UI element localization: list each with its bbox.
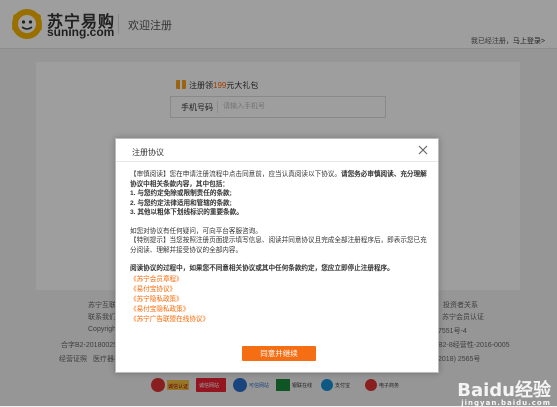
agreement-dialog: 注册协议 【审慎阅读】您在申请注册流程中点击同意前，应当认真阅读以下协议。请您务… bbox=[115, 138, 439, 373]
agree-continue-button[interactable]: 同意并继续 bbox=[242, 346, 316, 361]
agreement-point: 3. 其他以粗体下划线标识的重要条款。 bbox=[130, 209, 243, 216]
agreement-point: 1. 与您约定免除或限制责任的条款; bbox=[130, 190, 232, 197]
agreement-point: 2. 与您约定法律适用和管辖的条款; bbox=[130, 199, 232, 207]
agreement-link-member-charter[interactable]: 《苏宁会员章程》 bbox=[130, 275, 430, 285]
agreement-link-ad-alliance[interactable]: 《苏宁广告联盟在线协议》 bbox=[130, 315, 430, 325]
baidu-watermark: Baidu经验 jingyan.baidu.com bbox=[457, 376, 551, 407]
dialog-body: 【审慎阅读】您在申请注册流程中点击同意前，应当认真阅读以下协议。请您务必审慎阅读… bbox=[130, 170, 430, 325]
agreement-link-epay-privacy[interactable]: 《易付宝隐私政策》 bbox=[130, 305, 430, 315]
agreement-contact: 如您对协议有任何疑问，可向平台客服咨询。 bbox=[130, 227, 262, 235]
agreement-link-privacy[interactable]: 《苏宁隐私政策》 bbox=[130, 295, 430, 305]
close-icon[interactable] bbox=[416, 143, 430, 157]
agreement-links: 《苏宁会员章程》 《易付宝协议》 《苏宁隐私政策》 《易付宝隐私政策》 《苏宁广… bbox=[130, 275, 430, 325]
dialog-divider bbox=[116, 161, 438, 162]
agreement-warning: 阅读协议的过程中，如果您不同意相关协议或其中任何条款约定，您应立即停止注册程序。 bbox=[130, 265, 394, 272]
agreement-notice: 【特别提示】当您按照注册页面提示填写信息、阅读并同意协议且完成全部注册程序后，即… bbox=[130, 237, 427, 254]
agreement-link-epay[interactable]: 《易付宝协议》 bbox=[130, 285, 430, 295]
watermark-main: Baidu经验 bbox=[457, 380, 551, 401]
agreement-intro: 【审慎阅读】您在申请注册流程中点击同意前，应当认真阅读以下协议。请您务必审慎阅读… bbox=[130, 170, 430, 189]
dialog-title: 注册协议 bbox=[132, 148, 164, 157]
intro-text: 【审慎阅读】您在申请注册流程中点击同意前，应当认真阅读以下协议。 bbox=[130, 171, 341, 178]
